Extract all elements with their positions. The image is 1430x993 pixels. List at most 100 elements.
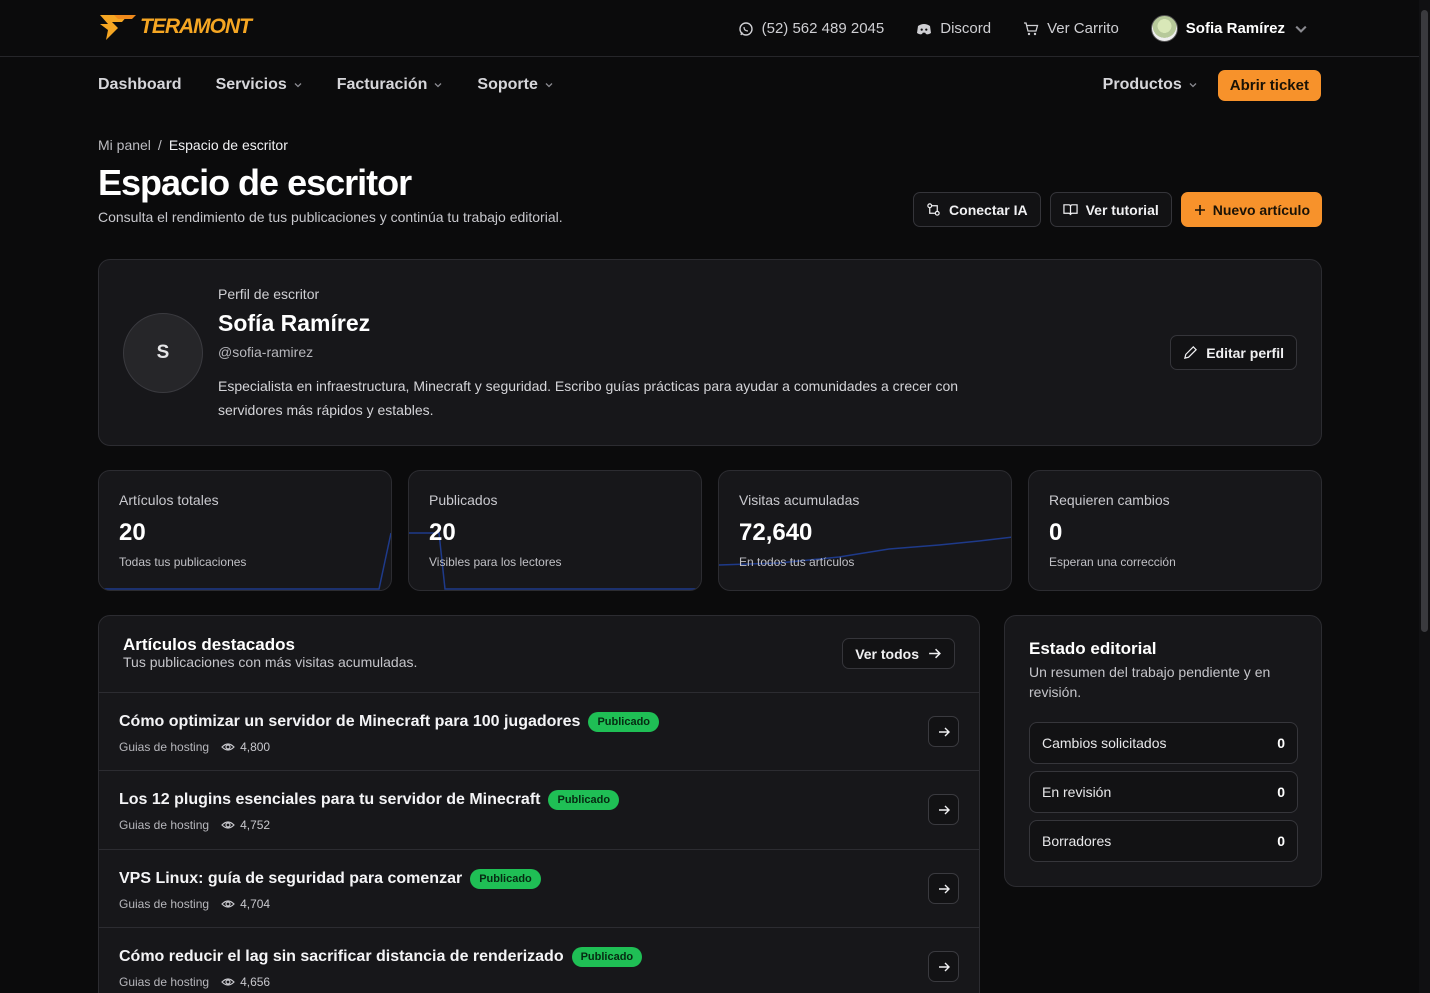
open-article-button[interactable] [928,873,959,904]
stat-sub: Visibles para los lectores [429,555,562,569]
discord-link[interactable]: Discord [916,20,991,37]
brand-name: TERAMONT [140,15,252,38]
main-nav: Dashboard Servicios Facturación Soporte … [98,69,1321,101]
button-label: Nuevo artículo [1212,201,1310,218]
profile-avatar: S [123,313,203,393]
editorial-item-drafts[interactable]: Borradores 0 [1029,820,1298,862]
editorial-item-label: En revisión [1042,784,1112,800]
breadcrumb-current: Espacio de escritor [168,137,288,153]
edit-profile-button[interactable]: Editar perfil [1170,335,1297,370]
connect-ai-button[interactable]: Conectar IA [913,192,1041,227]
nav-dashboard[interactable]: Dashboard [98,76,182,94]
scrollbar-thumb[interactable] [1421,10,1428,632]
article-views: 4,704 [240,897,271,911]
status-badge: Publicado [548,790,620,810]
profile-name: Sofía Ramírez [218,310,371,336]
chevron-down-icon [1295,25,1307,33]
writer-profile-card: S Perfil de escritor Sofía Ramírez @sofi… [98,259,1322,446]
profile-bio: Especialista en infraestructura, Minecra… [218,378,959,418]
book-icon [1062,204,1078,216]
brand-logo[interactable]: TERAMONT [98,12,252,42]
cart-label: Ver Carrito [1047,20,1119,37]
article-title[interactable]: VPS Linux: guía de seguridad para comenz… [119,870,462,888]
editorial-item-review[interactable]: En revisión 0 [1029,771,1298,813]
nav-facturacion[interactable]: Facturación [337,76,444,94]
plus-icon [1194,204,1205,215]
cart-link[interactable]: Ver Carrito [1023,20,1119,37]
nav-label: Facturación [336,76,428,93]
user-menu[interactable]: Sofia Ramírez [1150,15,1309,42]
new-article-button[interactable]: Nuevo artículo [1180,192,1322,227]
nav-label: Productos [1102,76,1182,93]
editorial-subtitle: Un resumen del trabajo pendiente y en re… [1029,664,1271,700]
stat-value: 0 [1049,519,1063,546]
phone-link[interactable]: (52) 562 489 2045 [738,20,885,37]
featured-title: Artículos destacados [123,635,295,654]
arrow-right-icon [938,962,950,971]
open-article-button[interactable] [928,716,959,747]
arrow-right-icon [938,884,950,893]
nav-productos[interactable]: Productos [1103,76,1198,94]
article-category: Guias de hosting [119,975,210,989]
see-all-button[interactable]: Ver todos [842,638,955,669]
phone-number: (52) 562 489 2045 [761,20,885,37]
eye-icon [221,978,235,986]
status-badge: Publicado [470,869,541,889]
profile-kicker: Perfil de escritor [218,286,320,302]
article-row[interactable]: VPS Linux: guía de seguridad para comenz… [99,849,979,928]
chevron-down-icon [545,83,553,88]
article-title[interactable]: Cómo reducir el lag sin sacrificar dista… [119,948,564,966]
stat-label: Publicados [429,492,498,508]
page-actions: Conectar IA Ver tutorial Nuevo artículo [913,192,1322,227]
editorial-status-card: Estado editorial Un resumen del trabajo … [1004,615,1322,887]
article-row[interactable]: Cómo optimizar un servidor de Minecraft … [99,692,979,771]
user-name: Sofia Ramírez [1185,20,1285,37]
nav-soporte[interactable]: Soporte [477,76,553,94]
stat-sub: En todos tus artículos [739,555,855,569]
tutorial-button[interactable]: Ver tutorial [1049,192,1172,227]
page-scrollbar[interactable] [1419,0,1430,993]
article-title[interactable]: Cómo optimizar un servidor de Minecraft … [119,713,580,731]
nav-label: Soporte [477,76,538,93]
eye-icon [221,743,235,751]
featured-subtitle: Tus publicaciones con más visitas acumul… [123,654,418,670]
arrow-right-icon [938,805,950,814]
article-row[interactable]: Los 12 plugins esenciales para tu servid… [99,770,979,849]
stat-label: Visitas acumuladas [739,492,860,508]
stat-label: Artículos totales [119,492,219,508]
stat-value: 72,640 [739,519,813,546]
chevron-down-icon [294,83,302,88]
pencil-icon [1184,346,1198,359]
open-article-button[interactable] [928,794,959,825]
stat-value: 20 [429,519,456,546]
whatsapp-icon [738,21,753,36]
button-label: Ver todos [855,645,919,662]
cart-icon [1024,21,1039,35]
editorial-item-label: Borradores [1042,833,1112,849]
open-ticket-button[interactable]: Abrir ticket [1217,69,1321,101]
nav-label: Servicios [215,76,287,93]
breadcrumb-separator: / [157,137,162,153]
stat-card-visits: Visitas acumuladas 72,640 En todos tus a… [718,470,1012,591]
article-title[interactable]: Los 12 plugins esenciales para tu servid… [119,791,540,809]
stat-card-changes: Requieren cambios 0 Esperan una correcci… [1028,470,1322,591]
nav-label: Dashboard [98,76,182,93]
status-badge: Publicado [588,712,660,732]
stat-sub: Todas tus publicaciones [119,555,247,569]
breadcrumb-root[interactable]: Mi panel [98,137,151,153]
open-article-button[interactable] [928,951,959,982]
editorial-item-changes[interactable]: Cambios solicitados 0 [1029,722,1298,764]
article-row[interactable]: Cómo reducir el lag sin sacrificar dista… [99,927,979,993]
button-label: Editar perfil [1206,344,1284,361]
article-category: Guias de hosting [119,897,210,911]
featured-articles-card: Artículos destacados Tus publicaciones c… [98,615,980,993]
top-bar: TERAMONT (52) 562 489 2045 Discord Ver C… [0,0,1419,57]
editorial-item-count: 0 [1277,735,1285,751]
arrow-right-icon [929,648,941,659]
breadcrumb: Mi panel / Espacio de escritor [98,137,288,153]
stat-label: Requieren cambios [1049,492,1170,508]
page-title: Espacio de escritor [98,162,412,203]
editorial-title: Estado editorial [1029,639,1157,658]
page-subtitle: Consulta el rendimiento de tus publicaci… [98,209,563,225]
nav-servicios[interactable]: Servicios [216,76,303,94]
